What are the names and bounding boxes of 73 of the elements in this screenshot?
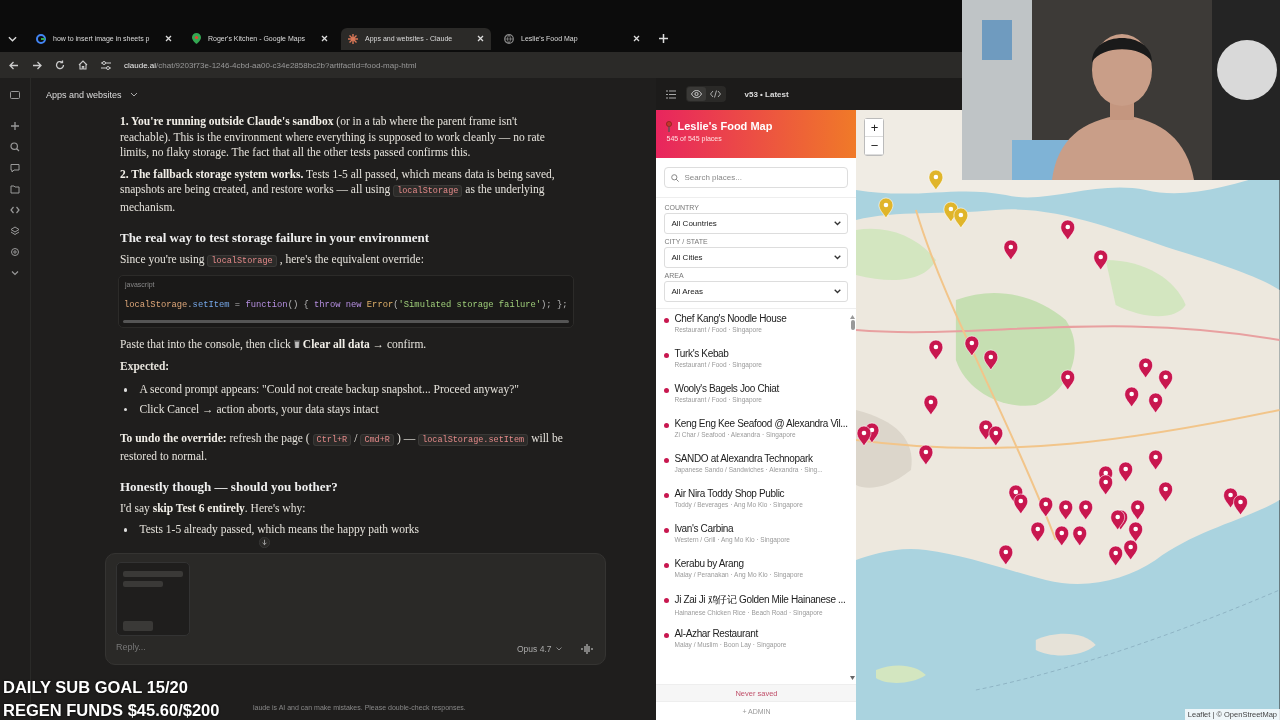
bullet-icon xyxy=(123,388,128,392)
back-icon[interactable] xyxy=(9,60,19,70)
close-icon[interactable] xyxy=(321,35,328,42)
paragraph-text: Paste that into the console, then click xyxy=(119,338,291,351)
close-icon[interactable] xyxy=(633,35,640,42)
plus-icon[interactable] xyxy=(10,121,20,131)
chevron-down-icon[interactable] xyxy=(10,268,20,278)
close-icon[interactable] xyxy=(477,35,484,42)
stack-icon[interactable] xyxy=(10,226,20,236)
reload-icon[interactable] xyxy=(55,60,65,70)
eye-icon xyxy=(691,90,703,98)
chevron-down-icon[interactable] xyxy=(129,92,138,98)
reply-field[interactable]: Reply... xyxy=(115,642,316,653)
code-icon[interactable] xyxy=(10,205,20,215)
arrow-up-icon[interactable] xyxy=(850,315,856,319)
search-field[interactable]: Search places... xyxy=(664,167,849,188)
chat-title[interactable]: Apps and websites xyxy=(45,89,122,100)
bullet-icon xyxy=(123,528,128,532)
chevron-down-icon xyxy=(834,289,842,294)
bullet-icon xyxy=(123,407,128,412)
forward-icon[interactable] xyxy=(32,60,42,70)
stream-goal-overlay: DAILY SUB GOAL 15/20 xyxy=(3,679,189,696)
google-icon xyxy=(36,33,46,44)
preview-toggle[interactable] xyxy=(687,87,707,101)
scroll-down-icon[interactable] xyxy=(258,537,270,549)
settings-icon[interactable] xyxy=(10,247,20,257)
list-icon[interactable] xyxy=(666,89,677,99)
zoom-in-button[interactable]: + xyxy=(865,119,884,137)
code-line: localStorage.setItem = function() { throw new Error('Simulated storage failure'); }; xyxy=(122,299,569,312)
model-selector[interactable]: Opus 4.7 xyxy=(517,644,552,655)
section-heading: The real way to test storage failure in your environment xyxy=(119,230,431,246)
starburst-icon xyxy=(348,33,358,44)
voice-icon[interactable] xyxy=(581,644,594,655)
paragraph-text: 2. The fallback storage system works. Tests 1-5 all passed, which means data is being saved, snapshots are being created, and restore works — all using localStorage as the underlying mechanism. xyxy=(119,166,556,215)
home-icon[interactable] xyxy=(78,60,88,70)
paragraph-text: Since you're using localStorage , here's the equivalent override: xyxy=(119,251,425,269)
version-label[interactable]: v53 • Latest xyxy=(744,89,789,99)
sidebar-toggle-icon[interactable] xyxy=(10,90,20,100)
site-settings-icon[interactable] xyxy=(101,60,111,70)
section-heading: Honestly though — should you bother? xyxy=(119,479,339,495)
list-item-text: Click Cancel → action aborts, your data stays intact xyxy=(139,401,379,418)
message-composer[interactable]: Reply... Opus 4.7 xyxy=(104,553,607,666)
paragraph-text: To undo the override: refresh the page ( Ctrl+R / Cmd+R ) — localStorage.setItem will be restored to normal. xyxy=(119,431,564,464)
paragraph-text: Clear all data → confirm. xyxy=(302,338,427,351)
paragraph-text: I'd say skip Test 6 entirely. Here's why: xyxy=(119,500,307,517)
pin-icon xyxy=(666,120,673,132)
tab-list-icon[interactable] xyxy=(8,35,17,42)
paragraph-text: 1. You're running outside Claude's sandbox (or in a tab where the parent frame isn't reachable). This is the environment where everything is supposed to work cleanly — no rate limits, no flaky storage. The fact that all the other tests passed confirms this. xyxy=(119,114,546,161)
chevron-down-icon xyxy=(834,221,842,226)
close-icon[interactable] xyxy=(165,35,172,42)
address-field[interactable]: claude.ai/chat/9203f73e-1246-4cbd-aa00-c34e2858bc2b?artifactId=food-map-html xyxy=(124,60,417,70)
stream-goal-overlay: REGEN FUNDS $45.60/$200 xyxy=(3,702,220,719)
search-icon[interactable] xyxy=(10,142,20,152)
attachment-thumbnail[interactable] xyxy=(115,562,190,637)
new-tab-icon[interactable] xyxy=(659,34,668,43)
scrollbar[interactable] xyxy=(122,320,570,324)
filter-dropdown[interactable]: All Cities xyxy=(664,247,849,268)
label-text: Expected: xyxy=(119,358,171,375)
trash-icon xyxy=(293,340,300,349)
chat-bubble-icon[interactable] xyxy=(10,163,20,173)
arrow-down-icon[interactable] xyxy=(850,676,856,680)
filter-dropdown[interactable]: All Areas xyxy=(664,281,849,302)
globe-icon xyxy=(504,33,514,44)
list-item-text: Tests 1-5 already passed, which means the happy path works xyxy=(139,522,420,538)
chevron-down-icon[interactable] xyxy=(556,647,563,652)
list-item-text: A second prompt appears: "Could not create backup snapshot... Proceed anyway?" xyxy=(139,382,519,398)
app-title: Leslie's Food Map xyxy=(677,120,773,132)
search-icon xyxy=(671,173,680,182)
folder-icon[interactable] xyxy=(10,184,20,194)
chevron-down-icon xyxy=(834,255,842,260)
code-icon xyxy=(710,90,722,98)
map-pin-icon xyxy=(192,33,201,44)
filter-dropdown[interactable]: All Countries xyxy=(664,213,849,234)
